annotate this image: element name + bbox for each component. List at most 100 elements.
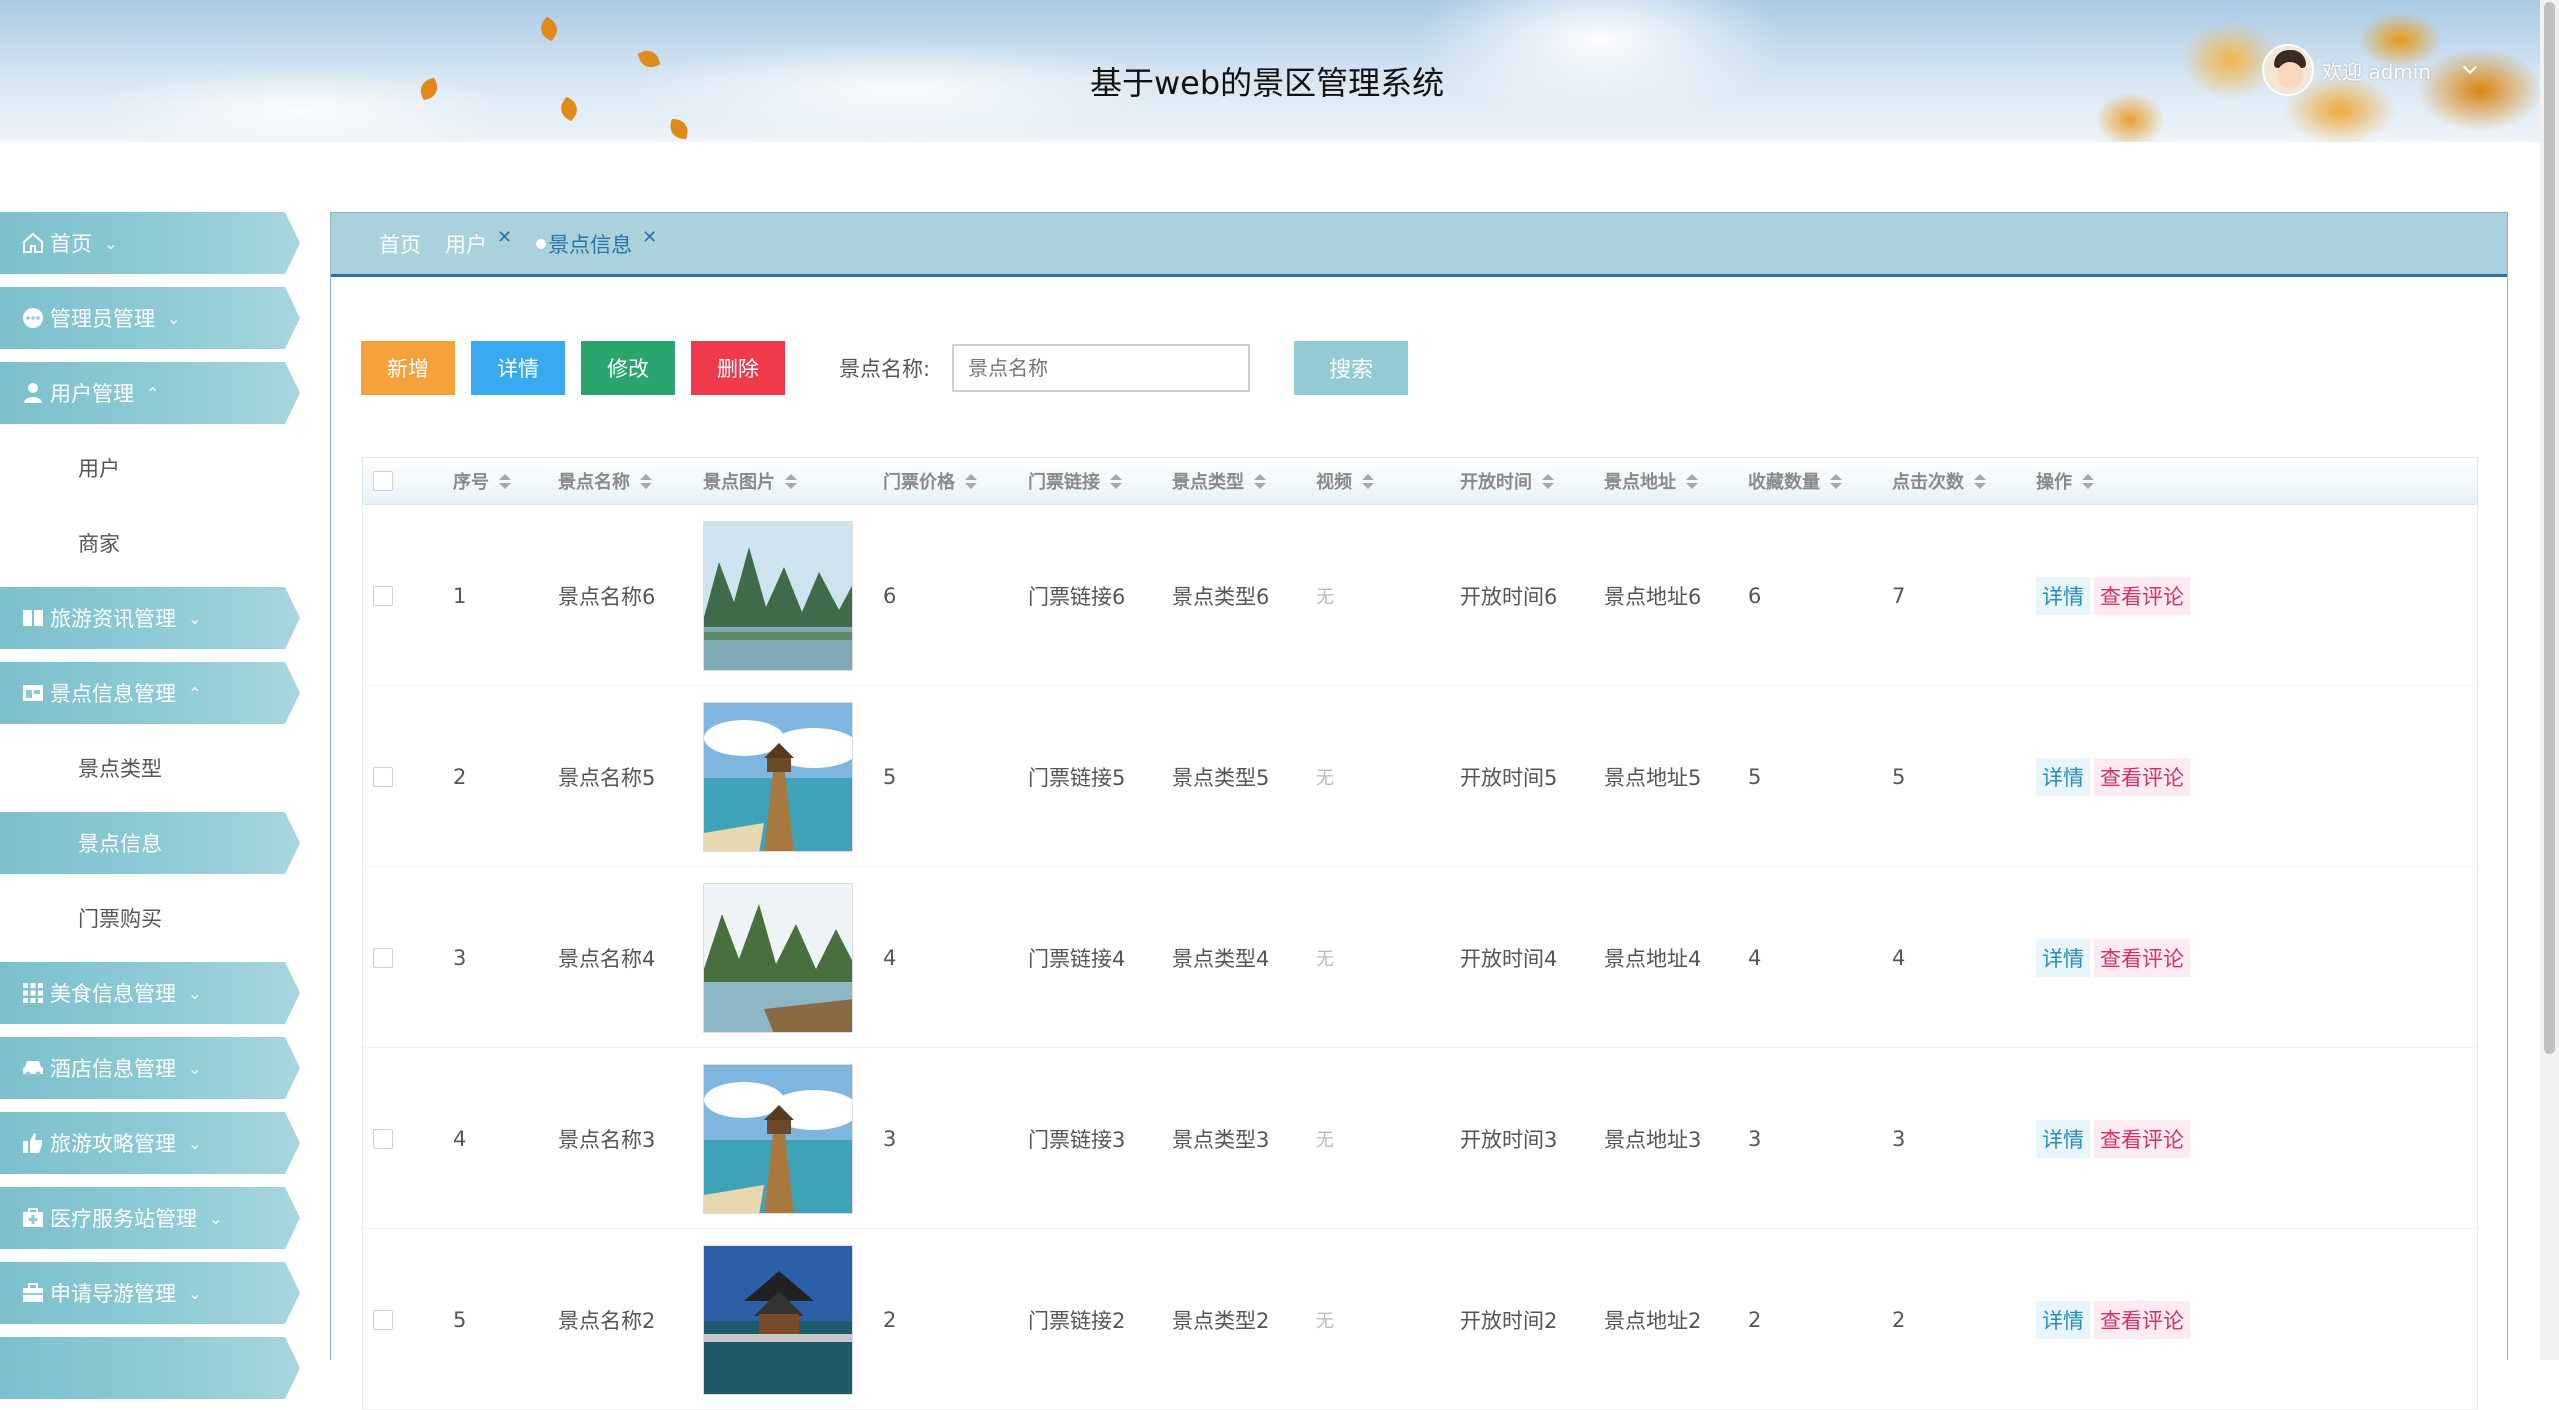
briefcase-icon <box>20 1280 46 1306</box>
column-header[interactable]: 门票链接 <box>1028 468 1122 494</box>
row-detail-button[interactable]: 详情 <box>2036 938 2090 977</box>
column-header[interactable]: 开放时间 <box>1460 468 1554 494</box>
chevron-down-icon: ⌄ <box>209 1208 223 1228</box>
sort-icon[interactable] <box>1254 473 1266 489</box>
column-header[interactable]: 景点类型 <box>1172 468 1266 494</box>
column-header[interactable]: 景点地址 <box>1604 468 1698 494</box>
row-detail-button[interactable]: 详情 <box>2036 1300 2090 1339</box>
sidebar-item-label: 商家 <box>78 532 120 556</box>
table-row[interactable]: 4 景点名称3 3 门票链接3 景点类型3 无 开放时间3 景点地址3 3 3 详情 查看评论 <box>362 1048 2478 1229</box>
row-detail-button[interactable]: 详情 <box>2036 757 2090 796</box>
sidebar-item-scenic-management[interactable]: 景点信息管理 ⌃ <box>0 662 300 724</box>
avatar[interactable] <box>2262 44 2314 96</box>
row-checkbox[interactable] <box>373 686 393 867</box>
tab-label: 用户 <box>445 232 487 257</box>
sidebar-item-more[interactable] <box>0 1337 300 1399</box>
sidebar-item-home[interactable]: 首页 ⌄ <box>0 212 300 274</box>
row-detail-button[interactable]: 详情 <box>2036 1119 2090 1158</box>
search-input[interactable] <box>952 344 1251 392</box>
cell-text: 开放时间3 <box>1460 1127 1558 1152</box>
table-row[interactable]: 3 景点名称4 4 门票链接4 景点类型4 无 开放时间4 景点地址4 4 4 详情 查看评论 <box>362 867 2478 1048</box>
scrollbar-thumb[interactable] <box>2544 2 2555 1054</box>
column-header[interactable]: 门票价格 <box>883 468 977 494</box>
delete-button[interactable]: 删除 <box>691 341 785 395</box>
sidebar-subitem-ticket-purchase[interactable]: 门票购买 <box>0 887 300 949</box>
sort-icon[interactable] <box>965 473 977 489</box>
user-menu[interactable]: 欢迎 admin <box>2262 44 2478 96</box>
row-checkbox[interactable] <box>373 505 393 686</box>
cell-text: 景点地址6 <box>1604 584 1702 609</box>
sidebar-item-hotel[interactable]: 酒店信息管理 ⌄ <box>0 1037 300 1099</box>
chevron-up-icon: ⌃ <box>188 683 202 703</box>
cell-text: 4 <box>1892 945 1906 970</box>
row-comments-button[interactable]: 查看评论 <box>2094 1300 2190 1339</box>
add-button[interactable]: 新增 <box>361 341 455 395</box>
sidebar-item-medical[interactable]: 医疗服务站管理 ⌄ <box>0 1187 300 1249</box>
cell-text: 3 <box>453 945 467 970</box>
close-icon[interactable]: ✕ <box>497 227 512 248</box>
cell-price: 4 <box>883 867 896 1048</box>
row-comments-button[interactable]: 查看评论 <box>2094 1119 2190 1158</box>
sort-icon[interactable] <box>785 473 797 489</box>
tab-user[interactable]: 用户 ✕ <box>445 227 512 259</box>
column-header[interactable]: 景点图片 <box>703 468 797 494</box>
edit-button[interactable]: 修改 <box>581 341 675 395</box>
sidebar-item-admin[interactable]: 管理员管理 ⌄ <box>0 287 300 349</box>
page-scrollbar[interactable] <box>2540 0 2559 1360</box>
welcome-text[interactable]: 欢迎 admin <box>2322 56 2431 85</box>
sort-icon[interactable] <box>640 473 652 489</box>
sidebar-item-travel-guide[interactable]: 旅游攻略管理 ⌄ <box>0 1112 300 1174</box>
sidebar-item-travel-news[interactable]: 旅游资讯管理 ⌄ <box>0 587 300 649</box>
cell-text: 6 <box>1748 583 1762 608</box>
tab-home[interactable]: 首页 <box>379 229 421 259</box>
row-comments-button[interactable]: 查看评论 <box>2094 576 2190 615</box>
detail-button[interactable]: 详情 <box>471 341 565 395</box>
sort-icon[interactable] <box>1542 473 1554 489</box>
sort-icon[interactable] <box>1830 473 1842 489</box>
sidebar-item-user-management[interactable]: 用户管理 ⌃ <box>0 362 300 424</box>
row-comments-button[interactable]: 查看评论 <box>2094 938 2190 977</box>
column-header[interactable]: 操作 <box>2036 468 2094 494</box>
sort-icon[interactable] <box>1362 473 1374 489</box>
column-header[interactable]: 景点名称 <box>558 468 652 494</box>
select-all-checkbox[interactable] <box>373 471 393 491</box>
cell-name: 景点名称3 <box>558 1048 655 1229</box>
cell-text: 3 <box>1892 1126 1906 1151</box>
column-header[interactable]: 视频 <box>1316 468 1374 494</box>
close-icon[interactable]: ✕ <box>642 227 657 248</box>
row-checkbox[interactable] <box>373 867 393 1048</box>
chevron-down-icon[interactable] <box>2462 59 2478 75</box>
search-button[interactable]: 搜索 <box>1294 341 1409 395</box>
sort-icon[interactable] <box>2082 473 2094 489</box>
sidebar-item-food[interactable]: 美食信息管理 ⌄ <box>0 962 300 1024</box>
cell-open: 开放时间3 <box>1460 1048 1557 1229</box>
table-row[interactable]: 1 景点名称6 6 门票链接6 景点类型6 无 开放时间6 景点地址6 6 7 详情 查看评论 <box>362 505 2478 686</box>
table-row[interactable]: 2 景点名称5 5 门票链接5 景点类型5 无 开放时间5 景点地址5 5 5 详情 查看评论 <box>362 686 2478 867</box>
column-header[interactable]: 收藏数量 <box>1748 468 1842 494</box>
sort-icon[interactable] <box>1686 473 1698 489</box>
cell-text: 景点类型5 <box>1172 765 1270 790</box>
table-row[interactable]: 5 景点名称2 2 门票链接2 景点类型2 无 开放时间2 景点地址2 2 2 详情 查看评论 <box>362 1229 2478 1410</box>
sort-icon[interactable] <box>499 473 511 489</box>
sidebar-subitem-scenic-info[interactable]: 景点信息 <box>0 812 300 874</box>
tab-scenic-info[interactable]: 景点信息 ✕ <box>536 227 657 259</box>
chevron-down-icon: ⌄ <box>167 308 181 328</box>
column-header[interactable]: 点击次数 <box>1892 468 1986 494</box>
sort-icon[interactable] <box>1974 473 1986 489</box>
row-comments-button[interactable]: 查看评论 <box>2094 757 2190 796</box>
sidebar-subitem-merchant[interactable]: 商家 <box>0 512 300 574</box>
sidebar-subitem-user[interactable]: 用户 <box>0 437 300 499</box>
grid-icon <box>20 980 46 1006</box>
row-detail-button[interactable]: 详情 <box>2036 576 2090 615</box>
sort-icon[interactable] <box>1110 473 1122 489</box>
row-checkbox[interactable] <box>373 1048 393 1229</box>
column-header[interactable]: 序号 <box>453 468 511 494</box>
scenic-thumbnail <box>703 1063 853 1214</box>
cell-name: 景点名称6 <box>558 505 655 686</box>
cell-text: 5 <box>1748 764 1762 789</box>
sidebar-subitem-scenic-type[interactable]: 景点类型 <box>0 737 300 799</box>
sidebar-item-guide-application[interactable]: 申请导游管理 ⌄ <box>0 1262 300 1324</box>
sidebar-item-label: 门票购买 <box>78 907 162 931</box>
cell-type: 景点类型2 <box>1172 1229 1269 1410</box>
row-checkbox[interactable] <box>373 1229 393 1410</box>
